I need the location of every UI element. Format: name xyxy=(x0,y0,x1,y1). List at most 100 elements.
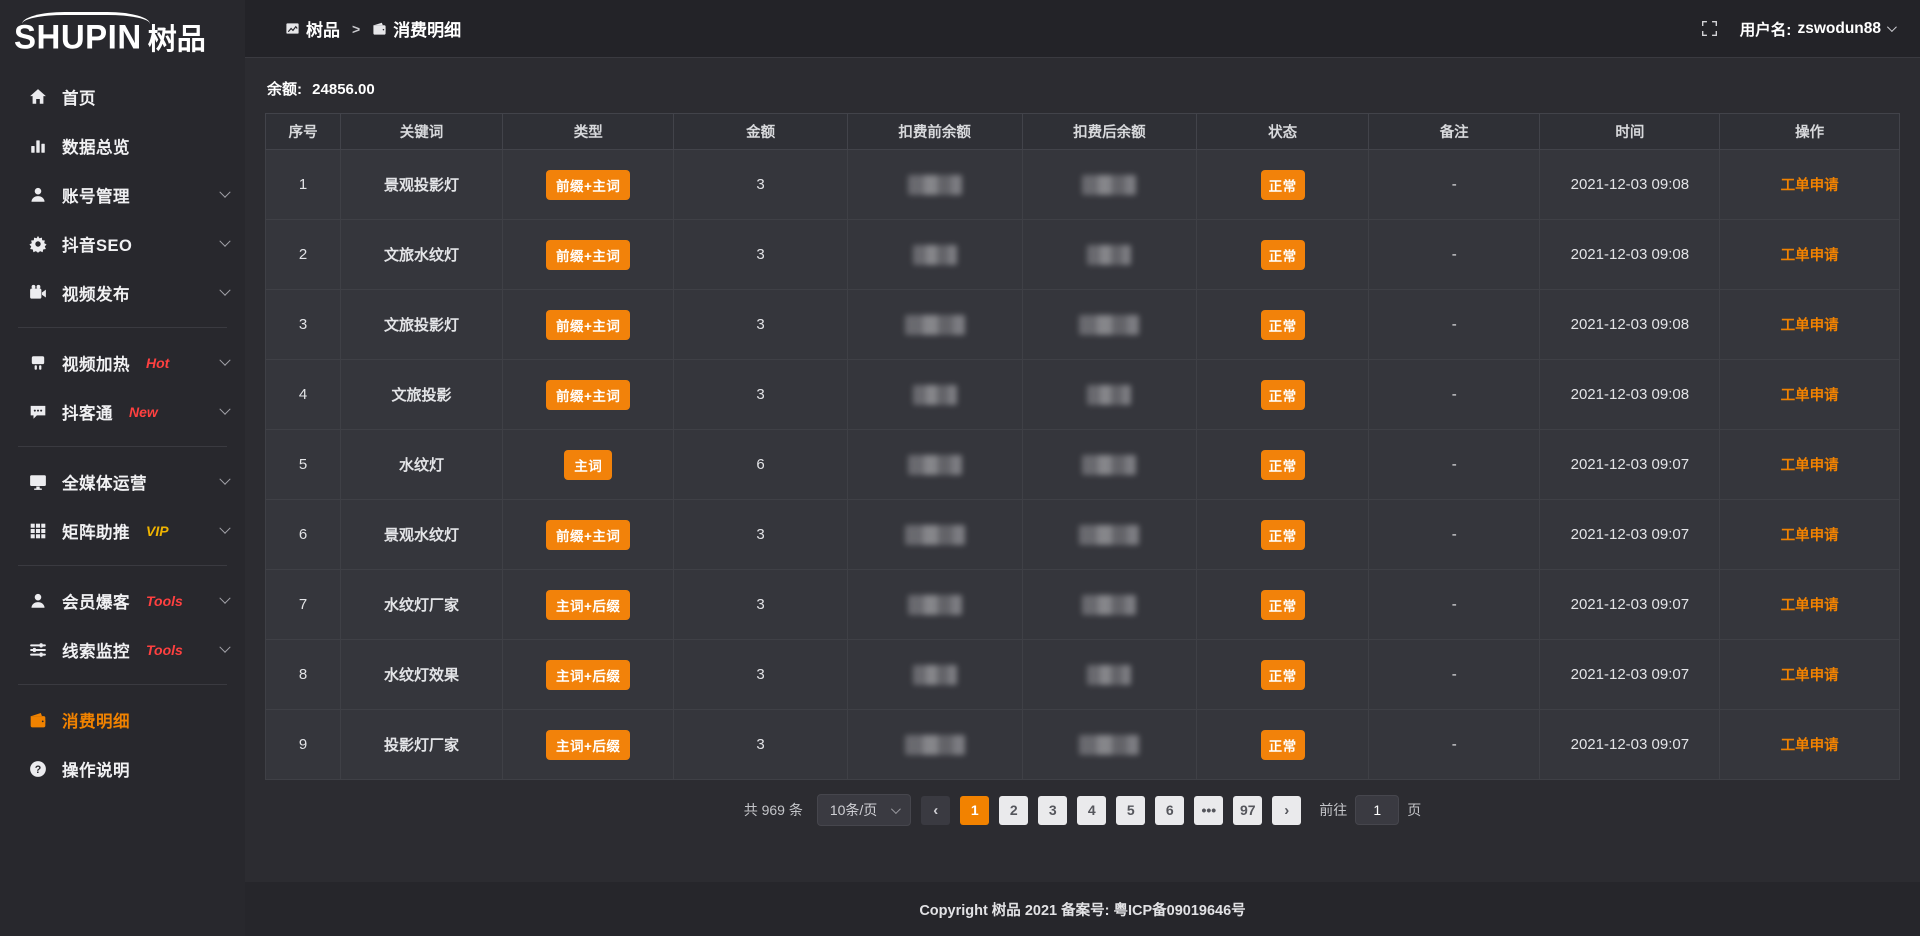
next-page-button[interactable]: › xyxy=(1272,796,1301,825)
type-badge: 主词+后缀 xyxy=(546,590,630,620)
status-badge: 正常 xyxy=(1261,660,1305,690)
work-order-link[interactable]: 工单申请 xyxy=(1781,598,1839,614)
cell-time: 2021-12-03 09:07 xyxy=(1540,710,1720,780)
status-badge: 正常 xyxy=(1261,240,1305,270)
sidebar-divider xyxy=(18,565,227,566)
cell-amount: 6 xyxy=(674,430,847,500)
cell-action: 工单申请 xyxy=(1720,500,1900,570)
sidebar-item-线索监控[interactable]: 线索监控Tools xyxy=(0,625,245,674)
page-ellipsis-button[interactable]: ••• xyxy=(1194,796,1223,825)
cell-balance-before xyxy=(847,570,1022,640)
table-row: 8水纹灯效果主词+后缀3正常-2021-12-03 09:07工单申请 xyxy=(266,640,1900,710)
column-header-金额: 金额 xyxy=(674,114,847,150)
cell-status: 正常 xyxy=(1197,500,1369,570)
cell-status: 正常 xyxy=(1197,220,1369,290)
type-badge: 前缀+主词 xyxy=(546,170,630,200)
page-button-1[interactable]: 1 xyxy=(960,796,989,825)
cell-time: 2021-12-03 09:07 xyxy=(1540,640,1720,710)
page-button-5[interactable]: 5 xyxy=(1116,796,1145,825)
work-order-link[interactable]: 工单申请 xyxy=(1781,528,1839,544)
window-icon xyxy=(285,21,300,36)
work-order-link[interactable]: 工单申请 xyxy=(1781,668,1839,684)
sidebar-item-首页[interactable]: 首页 xyxy=(0,72,245,121)
page-button-97[interactable]: 97 xyxy=(1233,796,1262,825)
work-order-link[interactable]: 工单申请 xyxy=(1781,388,1839,404)
cell-amount: 3 xyxy=(674,500,847,570)
cell-status: 正常 xyxy=(1197,570,1369,640)
cell-keyword: 水纹灯 xyxy=(341,430,503,500)
work-order-link[interactable]: 工单申请 xyxy=(1781,178,1839,194)
sidebar-item-账号管理[interactable]: 账号管理 xyxy=(0,170,245,219)
sidebar-item-会员爆客[interactable]: 会员爆客Tools xyxy=(0,576,245,625)
sidebar-item-全媒体运营[interactable]: 全媒体运营 xyxy=(0,457,245,506)
cell-balance-before xyxy=(847,150,1022,220)
cell-index: 6 xyxy=(266,500,341,570)
sidebar-item-抖客通[interactable]: 抖客通New xyxy=(0,387,245,436)
redacted-value xyxy=(1082,595,1136,615)
chevron-down-icon xyxy=(891,804,901,814)
cell-time: 2021-12-03 09:08 xyxy=(1540,290,1720,360)
table-row: 1景观投影灯前缀+主词3正常-2021-12-03 09:08工单申请 xyxy=(266,150,1900,220)
goto-page-input[interactable] xyxy=(1355,795,1399,825)
work-order-link[interactable]: 工单申请 xyxy=(1781,458,1839,474)
column-header-序号: 序号 xyxy=(266,114,341,150)
cell-balance-after xyxy=(1022,360,1197,430)
cell-status: 正常 xyxy=(1197,360,1369,430)
status-badge: 正常 xyxy=(1261,310,1305,340)
sidebar-item-消费明细[interactable]: 消费明细 xyxy=(0,695,245,744)
cell-time: 2021-12-03 09:07 xyxy=(1540,500,1720,570)
cell-amount: 3 xyxy=(674,640,847,710)
chevron-down-icon xyxy=(219,235,230,246)
page-button-6[interactable]: 6 xyxy=(1155,796,1184,825)
cell-status: 正常 xyxy=(1197,640,1369,710)
cell-keyword: 水纹灯厂家 xyxy=(341,570,503,640)
type-badge: 前缀+主词 xyxy=(546,380,630,410)
table-row: 5水纹灯主词6正常-2021-12-03 09:07工单申请 xyxy=(266,430,1900,500)
fullscreen-icon[interactable] xyxy=(1701,20,1718,37)
cell-type: 前缀+主词 xyxy=(502,150,674,220)
sidebar-item-矩阵助推[interactable]: 矩阵助推VIP xyxy=(0,506,245,555)
user-icon xyxy=(28,185,48,205)
sidebar-item-badge: Hot xyxy=(146,355,169,371)
redacted-value xyxy=(1079,315,1139,335)
cell-index: 8 xyxy=(266,640,341,710)
work-order-link[interactable]: 工单申请 xyxy=(1781,738,1839,754)
sidebar-item-数据总览[interactable]: 数据总览 xyxy=(0,121,245,170)
sidebar-item-操作说明[interactable]: ? 操作说明 xyxy=(0,744,245,793)
sidebar-item-label: 操作说明 xyxy=(62,757,130,781)
table-body: 1景观投影灯前缀+主词3正常-2021-12-03 09:08工单申请2文旅水纹… xyxy=(266,150,1900,780)
cell-index: 3 xyxy=(266,290,341,360)
redacted-value xyxy=(905,735,965,755)
page-button-3[interactable]: 3 xyxy=(1038,796,1067,825)
svg-text:?: ? xyxy=(35,763,42,775)
sidebar-item-抖音SEO[interactable]: 抖音SEO xyxy=(0,219,245,268)
status-badge: 正常 xyxy=(1261,590,1305,620)
type-badge: 主词+后缀 xyxy=(546,660,630,690)
chevron-down-icon xyxy=(219,284,230,295)
redacted-value xyxy=(1087,245,1131,265)
cell-type: 前缀+主词 xyxy=(502,220,674,290)
breadcrumb-item[interactable]: 树品 xyxy=(285,16,340,41)
work-order-link[interactable]: 工单申请 xyxy=(1781,318,1839,334)
page-size-select[interactable]: 10条/页 xyxy=(817,794,911,826)
user-menu[interactable]: 用户名: zswodun88 xyxy=(1740,18,1894,40)
column-header-时间: 时间 xyxy=(1540,114,1720,150)
work-order-link[interactable]: 工单申请 xyxy=(1781,248,1839,264)
page-buttons: 123456 ••• 97 xyxy=(960,796,1262,825)
wallet-icon xyxy=(28,710,48,730)
column-header-操作: 操作 xyxy=(1720,114,1900,150)
page-button-4[interactable]: 4 xyxy=(1077,796,1106,825)
prev-page-button[interactable]: ‹ xyxy=(921,796,950,825)
sidebar-item-视频发布[interactable]: 视频发布 xyxy=(0,268,245,317)
sidebar-item-视频加热[interactable]: 视频加热Hot xyxy=(0,338,245,387)
chevron-down-icon xyxy=(219,186,230,197)
sidebar-item-label: 线索监控 xyxy=(62,638,130,662)
username-label: 用户名: xyxy=(1740,18,1792,40)
page-button-2[interactable]: 2 xyxy=(999,796,1028,825)
user-icon xyxy=(28,591,48,611)
chevron-down-icon xyxy=(219,522,230,533)
topbar-right: 用户名: zswodun88 xyxy=(1701,18,1894,40)
cell-remark: - xyxy=(1368,570,1540,640)
video-icon xyxy=(28,283,48,303)
breadcrumb-item[interactable]: 消费明细 xyxy=(372,16,461,41)
